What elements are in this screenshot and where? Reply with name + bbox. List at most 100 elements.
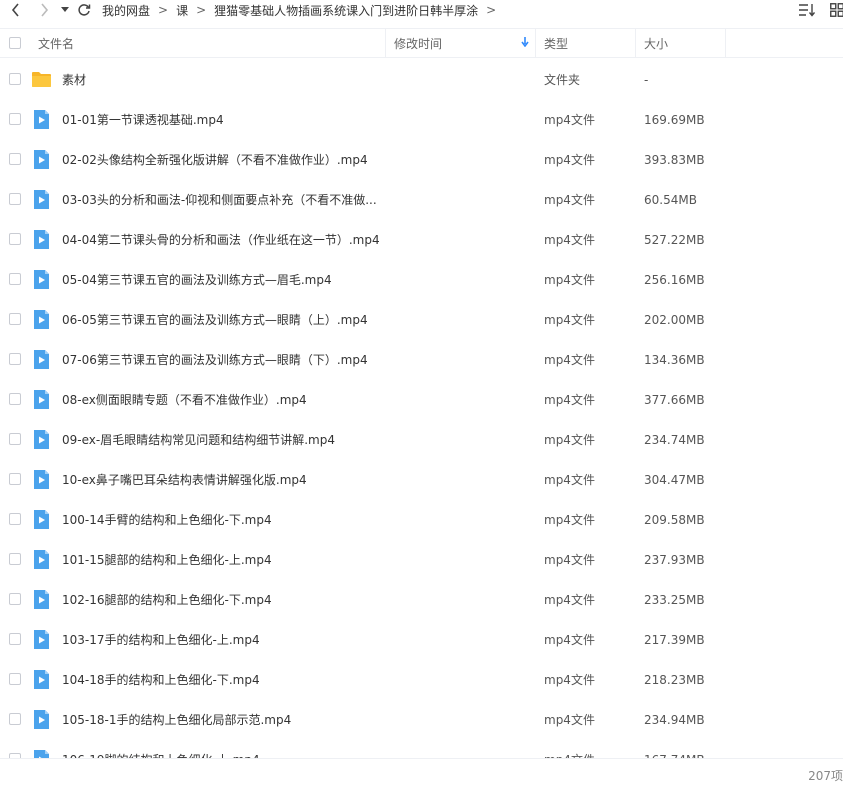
row-checkbox[interactable] [9, 593, 21, 605]
row-checkbox[interactable] [9, 433, 21, 445]
file-type: 文件夹 [544, 73, 581, 87]
file-name[interactable]: 105-18-1手的结构上色细化局部示范.mp4 [62, 700, 382, 740]
select-all-checkbox[interactable] [9, 37, 21, 49]
refresh-icon [78, 4, 91, 16]
view-toggle-button[interactable] [827, 0, 843, 20]
file-row[interactable]: 10-ex鼻子嘴巴耳朵结构表情讲解强化版.mp4 mp4文件 304.47MB [0, 460, 843, 500]
row-checkbox[interactable] [9, 513, 21, 525]
file-type: mp4文件 [544, 513, 595, 527]
file-name[interactable]: 04-04第二节课头骨的分析和画法（作业纸在这一节）.mp4 [62, 220, 382, 260]
file-row[interactable]: 05-04第三节课五官的画法及训练方式—眉毛.mp4 mp4文件 256.16MB [0, 260, 843, 300]
file-name[interactable]: 103-17手的结构和上色细化-上.mp4 [62, 620, 382, 660]
file-name[interactable]: 03-03头的分析和画法-仰视和侧面要点补充（不看不准做... [62, 180, 382, 220]
column-header-name[interactable]: 文件名 [0, 29, 386, 57]
column-label-name: 文件名 [38, 36, 75, 51]
file-row[interactable]: 07-06第三节课五官的画法及训练方式—眼睛（下）.mp4 mp4文件 134.36… [0, 340, 843, 380]
breadcrumb-item-root[interactable]: 我的网盘 [102, 2, 150, 19]
history-dropdown[interactable] [58, 0, 72, 20]
file-type: mp4文件 [544, 153, 595, 167]
file-type: mp4文件 [544, 553, 595, 567]
file-name[interactable]: 05-04第三节课五官的画法及训练方式—眉毛.mp4 [62, 260, 382, 300]
file-name[interactable]: 素材 [62, 60, 382, 100]
row-checkbox[interactable] [9, 273, 21, 285]
video-file-icon [34, 390, 49, 409]
back-button[interactable] [6, 0, 26, 20]
file-row[interactable]: 101-15腿部的结构和上色细化-上.mp4 mp4文件 237.93MB [0, 540, 843, 580]
file-row[interactable]: 09-ex-眉毛眼睛结构常见问题和结构细节讲解.mp4 mp4文件 234.74MB [0, 420, 843, 460]
row-checkbox[interactable] [9, 153, 21, 165]
file-name[interactable]: 07-06第三节课五官的画法及训练方式—眼睛（下）.mp4 [62, 340, 382, 380]
column-label-type: 类型 [544, 36, 569, 51]
row-checkbox[interactable] [9, 713, 21, 725]
sort-lines-icon [799, 4, 815, 17]
file-size: 233.25MB [644, 593, 705, 607]
file-size: 169.69MB [644, 113, 705, 127]
row-checkbox[interactable] [9, 393, 21, 405]
file-name[interactable]: 104-18手的结构和上色细化-下.mp4 [62, 660, 382, 700]
column-header-size[interactable]: 大小 [636, 29, 726, 57]
row-checkbox[interactable] [9, 233, 21, 245]
row-checkbox[interactable] [9, 553, 21, 565]
video-file-icon [34, 550, 49, 569]
chevron-right-icon [41, 3, 49, 17]
file-size: 60.54MB [644, 193, 697, 207]
folder-row[interactable]: 素材 文件夹 - [0, 60, 843, 100]
file-type: mp4文件 [544, 593, 595, 607]
row-checkbox[interactable] [9, 73, 21, 85]
row-checkbox[interactable] [9, 633, 21, 645]
file-row[interactable]: 04-04第二节课头骨的分析和画法（作业纸在这一节）.mp4 mp4文件 527.2… [0, 220, 843, 260]
file-size: 256.16MB [644, 273, 705, 287]
forward-button[interactable] [34, 0, 54, 20]
file-name[interactable]: 02-02头像结构全新强化版讲解（不看不准做作业）.mp4 [62, 140, 382, 180]
file-row[interactable]: 06-05第三节课五官的画法及训练方式—眼睛（上）.mp4 mp4文件 202.00… [0, 300, 843, 340]
file-row[interactable]: 104-18手的结构和上色细化-下.mp4 mp4文件 218.23MB [0, 660, 843, 700]
file-size: 393.83MB [644, 153, 705, 167]
file-name[interactable]: 101-15腿部的结构和上色细化-上.mp4 [62, 540, 382, 580]
row-checkbox[interactable] [9, 353, 21, 365]
video-file-icon [34, 470, 49, 489]
file-row[interactable]: 03-03头的分析和画法-仰视和侧面要点补充（不看不准做... mp4文件 60.5… [0, 180, 843, 220]
file-type: mp4文件 [544, 393, 595, 407]
breadcrumb-separator: > [158, 3, 169, 17]
file-row[interactable]: 100-14手臂的结构和上色细化-下.mp4 mp4文件 209.58MB [0, 500, 843, 540]
item-count: 207项 [808, 769, 843, 783]
sort-descending-icon [521, 37, 529, 47]
breadcrumb: 我的网盘 > 课 > 狸猫零基础人物插画系统课入门到进阶日韩半厚涂 > [102, 2, 504, 19]
row-checkbox[interactable] [9, 473, 21, 485]
file-name[interactable]: 102-16腿部的结构和上色细化-下.mp4 [62, 580, 382, 620]
video-file-icon [34, 430, 49, 449]
file-name[interactable]: 01-01第一节课透视基础.mp4 [62, 100, 382, 140]
file-size: 167.74MB [644, 740, 705, 758]
sort-button[interactable] [797, 0, 817, 20]
video-file-icon [34, 270, 49, 289]
video-file-icon [34, 350, 49, 369]
breadcrumb-item-course[interactable]: 课 [176, 2, 188, 19]
column-header-mtime[interactable]: 修改时间 [386, 29, 536, 57]
file-list: 素材 文件夹 - 01-01第一节课透视基础.mp4 mp4文件 169.69MB 02-0… [0, 60, 843, 758]
file-name[interactable]: 106-19脚的结构和上色细化-上.mp4 [62, 740, 382, 758]
row-checkbox[interactable] [9, 313, 21, 325]
breadcrumb-item-current[interactable]: 狸猫零基础人物插画系统课入门到进阶日韩半厚涂 [214, 2, 478, 19]
file-name[interactable]: 10-ex鼻子嘴巴耳朵结构表情讲解强化版.mp4 [62, 460, 382, 500]
file-row[interactable]: 106-19脚的结构和上色细化-上.mp4 mp4文件 167.74MB [0, 740, 843, 758]
file-row[interactable]: 01-01第一节课透视基础.mp4 mp4文件 169.69MB [0, 100, 843, 140]
file-row[interactable]: 08-ex侧面眼睛专题（不看不准做作业）.mp4 mp4文件 377.66MB [0, 380, 843, 420]
toolbar: 我的网盘 > 课 > 狸猫零基础人物插画系统课入门到进阶日韩半厚涂 > [0, 0, 843, 20]
file-row[interactable]: 105-18-1手的结构上色细化局部示范.mp4 mp4文件 234.94MB [0, 700, 843, 740]
video-file-icon [34, 670, 49, 689]
row-checkbox[interactable] [9, 673, 21, 685]
file-row[interactable]: 02-02头像结构全新强化版讲解（不看不准做作业）.mp4 mp4文件 393.83… [0, 140, 843, 180]
file-name[interactable]: 100-14手臂的结构和上色细化-下.mp4 [62, 500, 382, 540]
refresh-button[interactable] [74, 0, 94, 20]
row-checkbox[interactable] [9, 113, 21, 125]
row-checkbox[interactable] [9, 193, 21, 205]
file-name[interactable]: 09-ex-眉毛眼睛结构常见问题和结构细节讲解.mp4 [62, 420, 382, 460]
file-list-header: 文件名 修改时间 类型 大小 [0, 28, 843, 58]
file-row[interactable]: 103-17手的结构和上色细化-上.mp4 mp4文件 217.39MB [0, 620, 843, 660]
file-name[interactable]: 08-ex侧面眼睛专题（不看不准做作业）.mp4 [62, 380, 382, 420]
video-file-icon [34, 310, 49, 329]
file-name[interactable]: 06-05第三节课五官的画法及训练方式—眼睛（上）.mp4 [62, 300, 382, 340]
column-header-type[interactable]: 类型 [536, 29, 636, 57]
file-size: 234.74MB [644, 433, 705, 447]
file-row[interactable]: 102-16腿部的结构和上色细化-下.mp4 mp4文件 233.25MB [0, 580, 843, 620]
